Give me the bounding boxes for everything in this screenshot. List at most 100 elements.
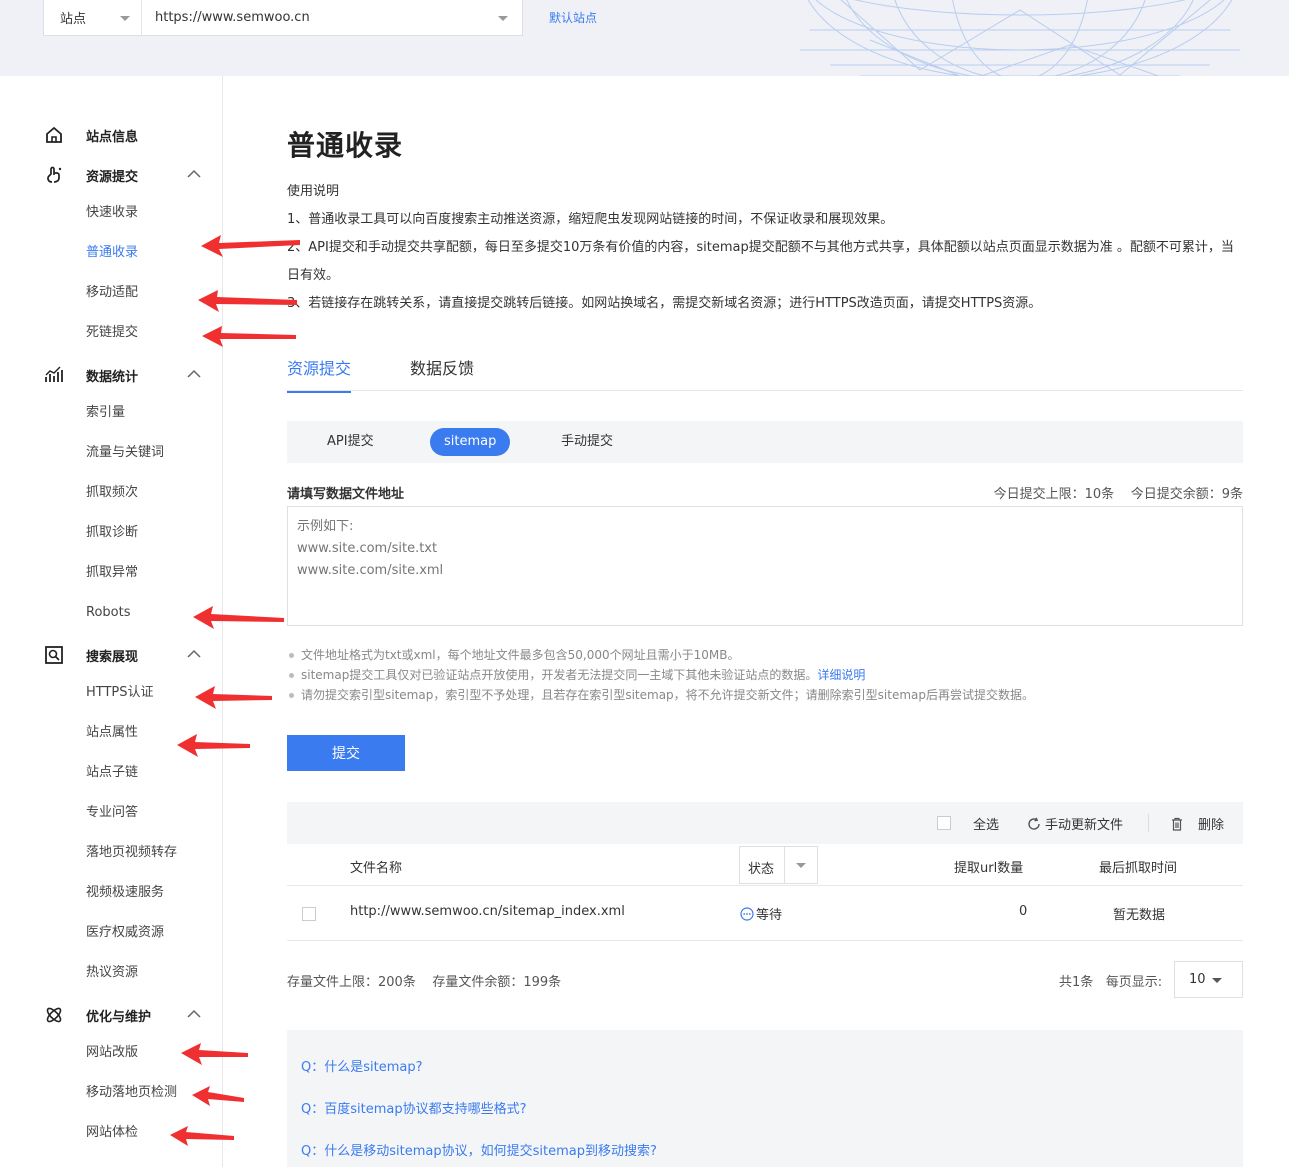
submit-button[interactable]: 提交 <box>287 735 405 771</box>
sidebar-item-medical-resources[interactable]: 医疗权威资源 <box>86 923 164 943</box>
tab-data-feedback[interactable]: 数据反馈 <box>410 355 474 391</box>
quota-info: 今日提交上限：10条 今日提交余额：9条 <box>994 483 1243 502</box>
storage-limit: 存量文件上限：200条 <box>287 975 416 990</box>
toolbar-divider <box>1148 814 1149 832</box>
annotation-arrow-icon <box>193 606 284 629</box>
sidebar-item-dead-link[interactable]: 死链提交 <box>86 323 138 343</box>
faq-panel: Q：什么是sitemap? Q：百度sitemap协议都支持哪些格式? Q：什么… <box>287 1030 1243 1167</box>
chevron-up-icon[interactable] <box>187 1009 201 1019</box>
sidebar-group-label: 资源提交 <box>86 169 139 185</box>
per-page-label: 每页显示: <box>1105 975 1163 990</box>
refresh-file-button[interactable]: 手动更新文件 <box>1027 814 1123 833</box>
column-header-url-count: 提取url数量 <box>954 861 1024 876</box>
sidebar-item-site-attributes[interactable]: 站点属性 <box>86 723 138 743</box>
sidebar-group-search-display[interactable]: 搜索展现 <box>0 635 222 675</box>
faq-link[interactable]: Q：什么是sitemap? <box>301 1056 423 1075</box>
sidebar-group-optimize[interactable]: 优化与维护 <box>0 995 222 1035</box>
sidebar-item-quick-index[interactable]: 快速收录 <box>86 203 138 223</box>
chevron-up-icon[interactable] <box>187 169 201 179</box>
sidebar-item-crawl-frequency[interactable]: 抓取频次 <box>86 483 138 503</box>
sidebar-item-robots[interactable]: Robots <box>86 603 130 623</box>
tab-resource-submit[interactable]: 资源提交 <box>287 355 352 393</box>
annotation-arrow-icon <box>170 1126 234 1146</box>
sidebar-item-mobile-adapt[interactable]: 移动适配 <box>86 283 138 303</box>
note-item: 文件地址格式为txt或xml，每个地址文件最多包含50,000个网址且需小于10… <box>287 645 1034 665</box>
chevron-up-icon[interactable] <box>187 649 201 659</box>
sidebar-group-label: 数据统计 <box>86 369 139 385</box>
status-filter-dropdown[interactable]: 状态 <box>739 846 818 884</box>
select-all-checkbox[interactable] <box>937 816 951 830</box>
sidebar-item-traffic-keywords[interactable]: 流量与关键词 <box>86 443 164 463</box>
faq-link[interactable]: Q：什么是移动sitemap协议，如何提交sitemap到移动搜索? <box>301 1140 657 1159</box>
search-display-icon <box>45 646 63 664</box>
cell-last-crawl: 暂无数据 <box>1113 908 1166 923</box>
note-text: sitemap提交工具仅对已验证站点开放使用，开发者无法提交同一主域下其他未验证… <box>301 668 818 682</box>
sidebar-item-site-revision[interactable]: 网站改版 <box>86 1043 138 1063</box>
sidebar-item-hot-resources[interactable]: 热议资源 <box>86 963 138 983</box>
delete-button[interactable]: 删除 <box>1170 814 1224 833</box>
site-type-label: 站点 <box>60 12 87 27</box>
site-selector[interactable]: 站点 https://www.semwoo.cn <box>43 0 523 36</box>
cell-file[interactable]: http://www.semwoo.cn/sitemap_index.xml <box>350 904 625 919</box>
row-checkbox[interactable] <box>302 907 316 921</box>
home-icon <box>46 126 62 143</box>
submit-method-tabs: API提交 sitemap 手动提交 <box>287 421 1243 463</box>
note-text: 请勿提交索引型sitemap，索引型不予处理，且若存在索引型sitemap，将不… <box>301 688 1035 702</box>
upload-hand-icon <box>47 166 62 183</box>
usage-title: 使用说明 <box>287 184 340 199</box>
sidebar-item-sitelinks[interactable]: 站点子链 <box>86 763 138 783</box>
faq-link[interactable]: Q：百度sitemap协议都支持哪些格式? <box>301 1098 527 1117</box>
sidebar-group-resource-submit[interactable]: 资源提交 <box>0 155 222 195</box>
pagination-info: 共1条 每页显示: <box>1059 971 1162 990</box>
sidebar-group-label: 搜索展现 <box>86 649 139 665</box>
subtab-manual[interactable]: 手动提交 <box>547 428 627 456</box>
main-tabs: 资源提交 数据反馈 <box>287 345 1243 393</box>
status-text: 等待 <box>756 908 783 923</box>
sidebar-group-label: 站点信息 <box>86 129 139 145</box>
caret-down-icon <box>1212 978 1222 983</box>
usage-instructions: 使用说明 1、普通收录工具可以向百度搜索主动推送资源，缩短爬虫发现网站链接的时间… <box>287 178 1243 318</box>
sidebar-item-crawl-errors[interactable]: 抓取异常 <box>86 563 138 583</box>
storage-info: 存量文件上限：200条 存量文件余额：199条 <box>287 971 561 990</box>
quota-limit: 今日提交上限：10条 <box>993 487 1115 502</box>
annotation-arrow-icon <box>198 290 297 312</box>
default-site-link[interactable]: 默认站点 <box>549 9 597 26</box>
usage-line: 2、API提交和手动提交共享配额，每日至多提交10万条有价值的内容，sitema… <box>287 240 1234 283</box>
caret-down-icon <box>796 863 806 868</box>
sidebar-item-video-speed[interactable]: 视频极速服务 <box>86 883 164 903</box>
subtab-api[interactable]: API提交 <box>313 428 388 456</box>
note-item: sitemap提交工具仅对已验证站点开放使用，开发者无法提交同一主域下其他未验证… <box>287 665 1034 685</box>
sidebar-item-site-checkup[interactable]: 网站体检 <box>86 1123 138 1143</box>
sitemap-url-input[interactable] <box>287 506 1243 626</box>
sidebar-group-data-stats[interactable]: 数据统计 <box>0 355 222 395</box>
sidebar-item-mobile-landing-check[interactable]: 移动落地页检测 <box>86 1083 177 1103</box>
page-size-value: 10 <box>1189 972 1206 987</box>
details-link[interactable]: 详细说明 <box>817 668 865 682</box>
sidebar-item-video-transfer[interactable]: 落地页视频转存 <box>86 843 177 863</box>
sidebar-item-crawl-diagnosis[interactable]: 抓取诊断 <box>86 523 138 543</box>
table-header: 文件名称 状态 提取url数量 最后抓取时间 <box>287 844 1243 886</box>
sidebar-item-expert-qa[interactable]: 专业问答 <box>86 803 138 823</box>
column-header-last-crawl: 最后抓取时间 <box>1099 861 1178 876</box>
note-item: 请勿提交索引型sitemap，索引型不予处理，且若存在索引型sitemap，将不… <box>287 685 1034 705</box>
sidebar-item-index-volume[interactable]: 索引量 <box>86 403 125 423</box>
notes-list: 文件地址格式为txt或xml，每个地址文件最多包含50,000个网址且需小于10… <box>287 645 1034 705</box>
site-url-dropdown[interactable]: https://www.semwoo.cn <box>142 0 522 35</box>
top-banner: 站点 https://www.semwoo.cn 默认站点 <box>0 0 1289 76</box>
quota-remaining: 今日提交余额：9条 <box>1130 487 1243 502</box>
sidebar-item-normal-index[interactable]: 普通收录 <box>86 243 138 263</box>
cell-url-count: 0 <box>1019 904 1028 919</box>
subtab-sitemap[interactable]: sitemap <box>430 428 511 456</box>
annotation-arrow-icon <box>177 734 250 757</box>
sidebar-item-https[interactable]: HTTPS认证 <box>86 683 154 703</box>
page-size-select[interactable]: 10 <box>1174 961 1243 998</box>
select-all-label[interactable]: 全选 <box>973 814 999 833</box>
cell-status: 等待 <box>740 904 782 923</box>
site-type-dropdown[interactable]: 站点 <box>44 0 142 35</box>
total-count: 共1条 <box>1059 975 1094 990</box>
sidebar-group-site-info[interactable]: 站点信息 <box>0 115 222 155</box>
trash-icon <box>1172 817 1182 831</box>
atom-icon <box>46 1007 62 1023</box>
chevron-up-icon[interactable] <box>187 369 201 379</box>
pending-icon <box>740 906 754 921</box>
